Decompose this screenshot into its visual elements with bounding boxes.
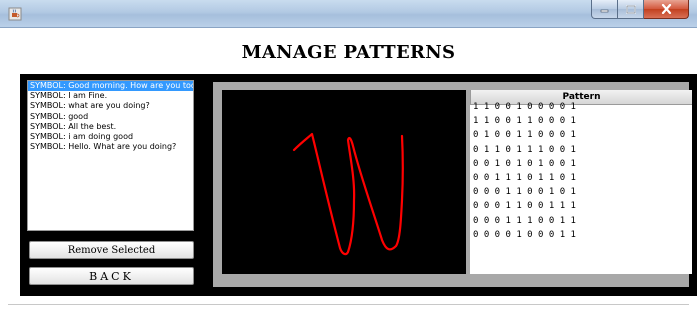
- minimize-icon: [600, 9, 608, 13]
- maximize-icon: [625, 4, 636, 14]
- symbol-list-item[interactable]: SYMBOL: All the best.: [28, 122, 193, 132]
- remove-selected-button[interactable]: Remove Selected: [29, 241, 194, 259]
- close-icon: [661, 4, 671, 14]
- pattern-rows: 1 1 0 0 1 0 0 0 0 1 1 1 0 0 1 1 0 0 0 1 0 …: [470, 100, 692, 242]
- java-cup-icon: [8, 7, 22, 21]
- maximize-button[interactable]: [618, 0, 644, 19]
- pattern-row: 0 0 1 0 1 0 1 0 0 1: [473, 158, 576, 169]
- drawn-stroke: [292, 132, 404, 256]
- close-button[interactable]: [644, 0, 689, 19]
- symbol-list-item[interactable]: SYMBOL: Good morning. How are you today?: [28, 81, 193, 92]
- pattern-row: 0 0 1 1 1 0 1 1 0 1: [473, 173, 576, 184]
- symbol-list-item[interactable]: SYMBOL: I am Fine.: [28, 91, 193, 101]
- pattern-row: 1 1 0 0 1 1 0 0 0 1: [473, 116, 576, 127]
- symbol-list-item[interactable]: SYMBOL: Hello. What are you doing?: [28, 142, 193, 152]
- window-title-bar[interactable]: [0, 0, 697, 28]
- pattern-row: 0 0 0 1 1 0 0 1 0 1: [473, 187, 576, 198]
- symbol-list-item[interactable]: SYMBOL: good: [28, 112, 193, 122]
- drawing-canvas[interactable]: [222, 90, 466, 274]
- pattern-row: 0 1 1 0 1 1 1 0 0 1: [473, 144, 576, 155]
- pattern-row: 0 0 0 1 1 1 0 0 1 1: [473, 215, 576, 226]
- page-title: MANAGE PATTERNS: [241, 42, 456, 63]
- status-bar: [8, 304, 689, 312]
- window-client-area: MANAGE PATTERNS SYMBOL: Good morning. Ho…: [8, 28, 697, 316]
- pattern-row: 0 0 0 1 1 0 0 1 1 1: [473, 201, 576, 212]
- minimize-button[interactable]: [591, 0, 618, 19]
- pattern-row: 0 0 0 0 1 0 0 0 1 1: [473, 229, 576, 240]
- pattern-table[interactable]: Pattern 1 1 0 0 1 0 0 0 0 11 1 0 0 1 1 0…: [470, 90, 692, 274]
- symbol-list-item[interactable]: SYMBOL: what are you doing?: [28, 101, 193, 111]
- symbol-list-item[interactable]: SYMBOL: i am doing good: [28, 132, 193, 142]
- pattern-work-panel: Pattern 1 1 0 0 1 0 0 0 0 11 1 0 0 1 1 0…: [213, 82, 692, 287]
- pattern-row: 0 1 0 0 1 1 0 0 0 1: [473, 130, 576, 141]
- back-button[interactable]: BACK: [29, 267, 194, 285]
- pattern-row: 1 1 0 0 1 0 0 0 0 1: [473, 102, 576, 112]
- symbol-list[interactable]: SYMBOL: Good morning. How are you today?…: [27, 80, 194, 231]
